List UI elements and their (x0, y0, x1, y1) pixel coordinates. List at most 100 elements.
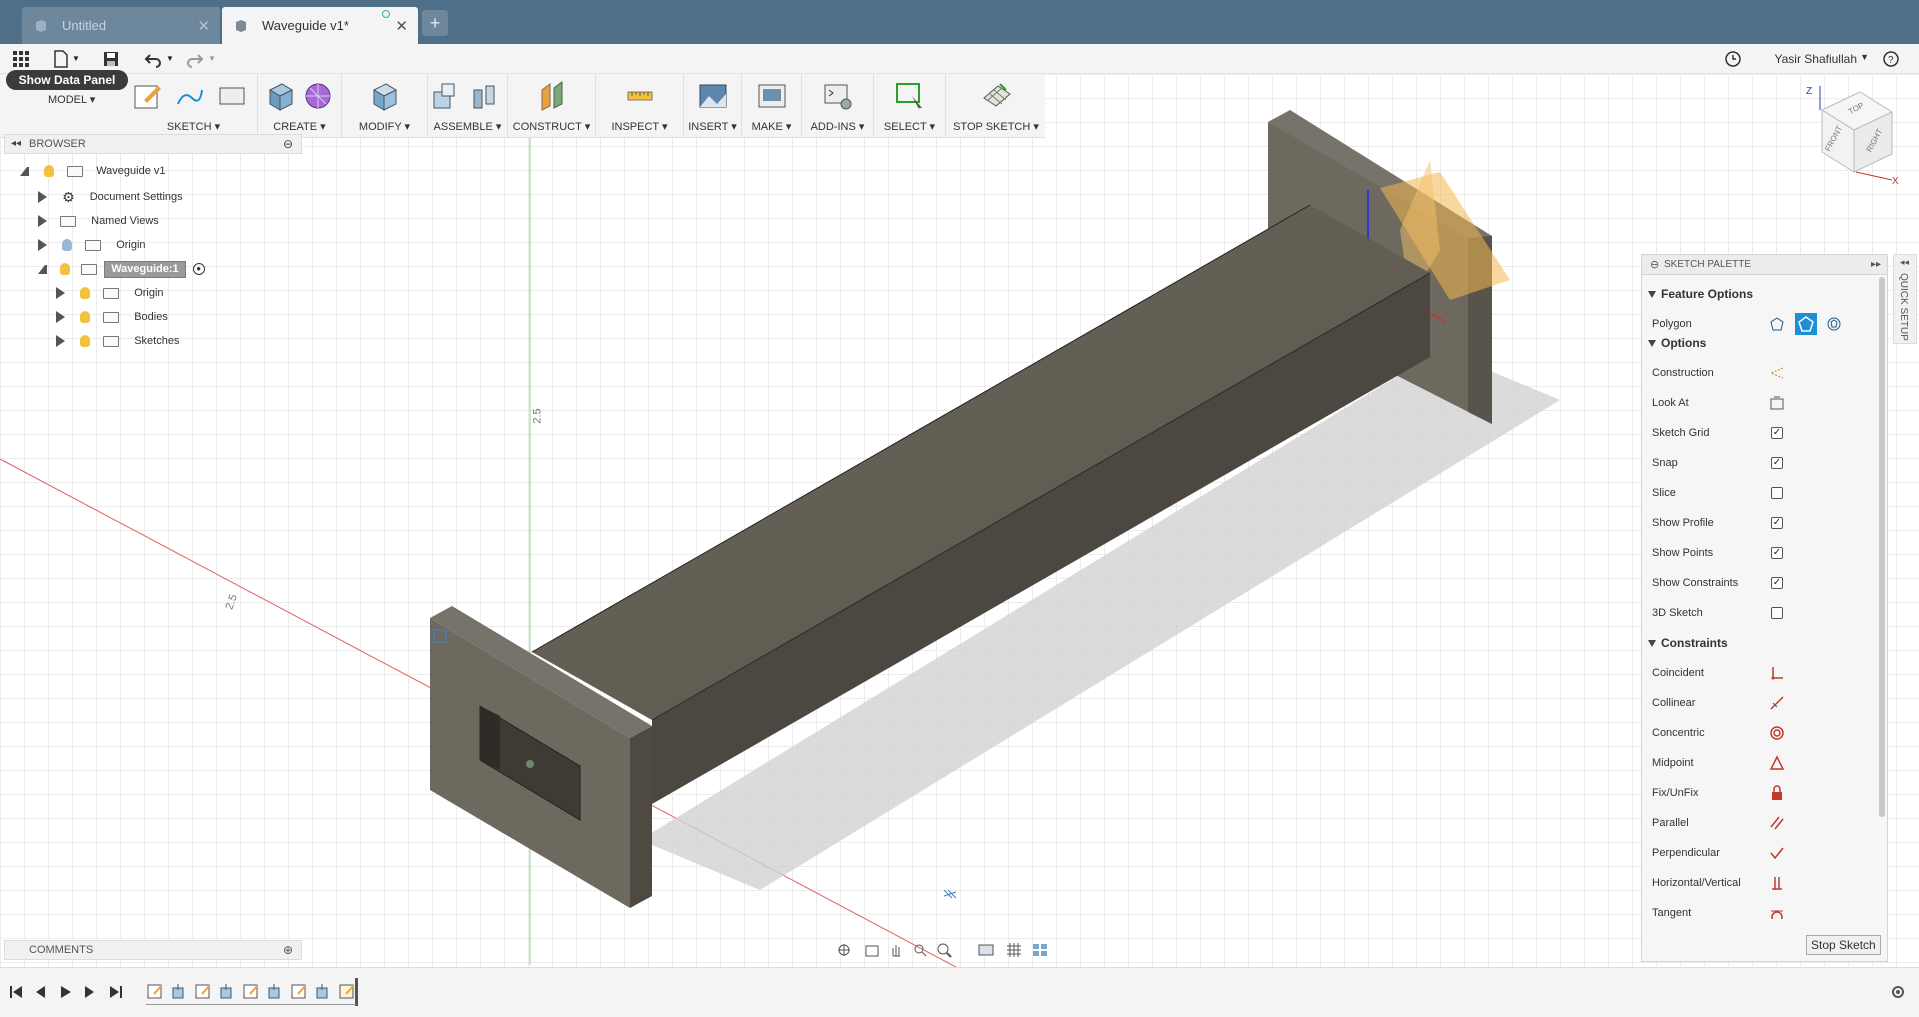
tree-item-named-views[interactable]: Named Views (38, 210, 159, 232)
section-constraints[interactable]: Constraints (1648, 636, 1728, 650)
toolbar-group-sketch[interactable]: SKETCH ▾ (130, 74, 258, 138)
workspace-selector[interactable]: MODEL ▾ (48, 93, 95, 106)
collapsed-icon[interactable] (56, 335, 65, 348)
3d-sketch-checkbox[interactable] (1771, 607, 1783, 619)
toolbar-group-select[interactable]: SELECT ▾ (874, 74, 946, 138)
activate-icon[interactable]: ● (192, 263, 205, 276)
timeline-extrude-icon[interactable] (266, 982, 284, 1000)
visibility-bulb-icon[interactable] (44, 165, 55, 178)
go-to-end-icon[interactable] (108, 984, 124, 1000)
circumscribed-polygon-icon[interactable] (1769, 316, 1785, 332)
tab-waveguide[interactable]: Waveguide v1* ✕ (222, 7, 418, 44)
collapsed-icon[interactable] (38, 191, 47, 204)
timeline-sketch-icon[interactable] (242, 982, 260, 1000)
scripts-icon[interactable] (822, 80, 854, 112)
rectangle-icon[interactable] (216, 80, 248, 112)
timeline-sketch-icon[interactable] (338, 982, 356, 1000)
collapsed-icon[interactable] (38, 239, 47, 252)
lock-icon[interactable] (1769, 785, 1785, 801)
close-icon[interactable]: ✕ (197, 17, 210, 35)
show-data-panel-button[interactable]: Show Data Panel (6, 70, 128, 90)
visibility-bulb-icon[interactable] (80, 311, 91, 324)
visibility-bulb-icon[interactable] (60, 263, 71, 276)
constraint-coincident[interactable]: Coincident (1652, 665, 1852, 681)
edge-polygon-icon[interactable] (1826, 316, 1842, 332)
constraint-collinear[interactable]: Collinear (1652, 695, 1852, 711)
step-forward-icon[interactable] (82, 984, 98, 1000)
constraint-horizontal-vertical[interactable]: Horizontal/Vertical (1652, 877, 1852, 890)
section-options[interactable]: Options (1648, 336, 1706, 350)
viewports-icon[interactable] (1032, 942, 1048, 958)
tree-item-sketches[interactable]: Sketches (56, 330, 179, 352)
pan-icon[interactable] (888, 942, 904, 958)
collapsed-icon[interactable] (56, 287, 65, 300)
fit-icon[interactable] (936, 942, 952, 958)
collinear-icon[interactable] (1769, 695, 1785, 711)
minus-icon[interactable]: ⊖ (1650, 255, 1659, 275)
line-icon[interactable] (174, 80, 206, 112)
help-icon[interactable]: ? (1882, 50, 1900, 68)
view-cube[interactable]: Z X TOP FRONT RIGHT (1780, 80, 1900, 190)
constraint-fix-unfix[interactable]: Fix/UnFix (1652, 785, 1852, 801)
visibility-bulb-icon[interactable] (80, 287, 91, 300)
3d-print-icon[interactable] (756, 80, 788, 112)
visibility-bulb-icon[interactable] (80, 335, 91, 348)
timeline-sketch-icon[interactable] (290, 982, 308, 1000)
toolbar-group-inspect[interactable]: INSPECT ▾ (596, 74, 684, 138)
toolbar-group-stop-sketch[interactable]: STOP SKETCH ▾ (946, 74, 1046, 138)
constraint-tangent[interactable]: Tangent (1652, 907, 1852, 919)
stop-sketch-icon[interactable] (980, 80, 1012, 112)
timeline-sketch-icon[interactable] (194, 982, 212, 1000)
zoom-icon[interactable] (912, 942, 928, 958)
timeline-extrude-icon[interactable] (218, 982, 236, 1000)
constraint-parallel[interactable]: Parallel (1652, 815, 1852, 831)
tree-item-bodies[interactable]: Bodies (56, 306, 168, 328)
new-component-icon[interactable] (428, 80, 460, 112)
add-comment-icon[interactable]: ⊕ (283, 941, 293, 959)
snap-checkbox[interactable]: ✓ (1771, 457, 1783, 469)
create-sketch-icon[interactable] (132, 80, 164, 112)
sketch-grid-checkbox[interactable]: ✓ (1771, 427, 1783, 439)
timeline-extrude-icon[interactable] (170, 982, 188, 1000)
close-icon[interactable]: ✕ (395, 17, 408, 35)
tangent-icon[interactable] (1769, 907, 1785, 919)
insert-image-icon[interactable] (697, 80, 729, 112)
midpoint-icon[interactable] (1769, 755, 1785, 771)
redo-icon[interactable] (186, 50, 204, 68)
toolbar-group-addins[interactable]: ADD-INS ▾ (802, 74, 874, 138)
joint-icon[interactable] (468, 80, 500, 112)
play-icon[interactable] (58, 984, 74, 1000)
chevron-down-icon[interactable]: ▼ (208, 54, 216, 63)
orbit-icon[interactable] (836, 942, 852, 958)
look-at-icon[interactable] (1769, 395, 1785, 411)
parallel-icon[interactable] (1769, 815, 1785, 831)
show-points-checkbox[interactable]: ✓ (1771, 547, 1783, 559)
coincident-icon[interactable] (1769, 665, 1785, 681)
offset-plane-icon[interactable] (536, 80, 568, 112)
look-at-icon[interactable] (864, 942, 880, 958)
toolbar-group-modify[interactable]: MODIFY ▾ (342, 74, 428, 138)
stop-sketch-button[interactable]: Stop Sketch (1806, 935, 1881, 955)
minus-icon[interactable]: ⊖ (283, 135, 293, 153)
expand-icon[interactable]: ▸▸ (1871, 255, 1881, 275)
select-icon[interactable] (894, 80, 926, 112)
toolbar-group-create[interactable]: CREATE ▾ (258, 74, 342, 138)
gear-icon[interactable] (1890, 984, 1906, 1000)
toolbar-group-assemble[interactable]: ASSEMBLE ▾ (428, 74, 508, 138)
visibility-bulb-icon[interactable] (62, 239, 73, 252)
tree-item-origin[interactable]: Origin (38, 234, 146, 256)
collapse-icon[interactable]: ◂◂ (1900, 257, 1909, 268)
show-profile-checkbox[interactable]: ✓ (1771, 517, 1783, 529)
extrude-icon[interactable] (264, 80, 296, 112)
go-to-start-icon[interactable] (8, 984, 24, 1000)
grid-apps-icon[interactable] (12, 50, 30, 68)
constraint-perpendicular[interactable]: Perpendicular (1652, 847, 1852, 860)
chevron-down-icon[interactable]: ▼ (166, 54, 174, 63)
display-settings-icon[interactable] (978, 942, 994, 958)
show-constraints-checkbox[interactable]: ✓ (1771, 577, 1783, 589)
save-icon[interactable] (102, 50, 120, 68)
section-feature-options[interactable]: Feature Options (1648, 287, 1753, 301)
tree-item-component[interactable]: Waveguide:1 ● (38, 258, 205, 280)
concentric-icon[interactable] (1769, 725, 1785, 741)
toolbar-group-insert[interactable]: INSERT ▾ (684, 74, 742, 138)
